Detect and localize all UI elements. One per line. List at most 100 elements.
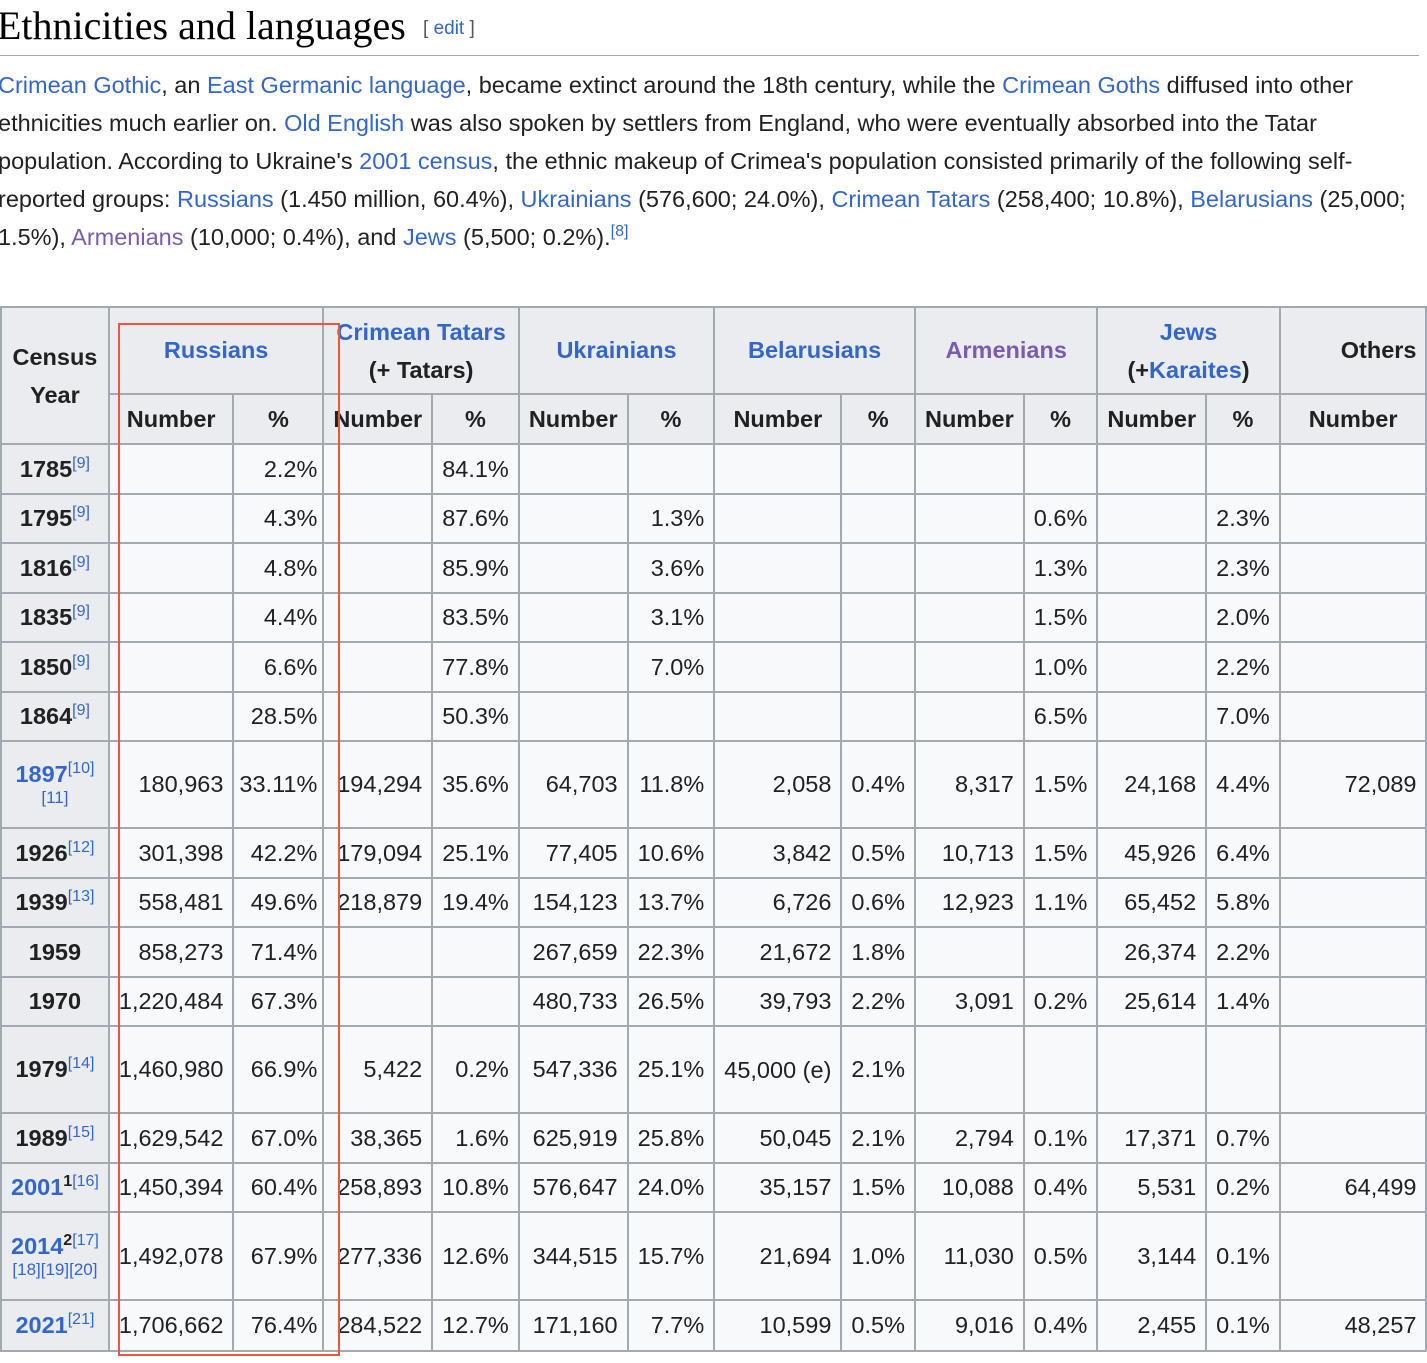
link-belarusians-header[interactable]: Belarusians (748, 337, 881, 363)
percent-cell: 0.6% (840, 877, 916, 928)
number-cell: 1,492,078 (107, 1211, 235, 1301)
number-cell: 2,058 (713, 740, 843, 829)
number-cell (913, 493, 1025, 544)
link-russians-header[interactable]: Russians (164, 337, 269, 363)
number-cell (713, 691, 843, 742)
year-reference[interactable]: [10] (68, 760, 95, 777)
number-cell: 547,336 (517, 1025, 629, 1114)
link-karaites[interactable]: Karaites (1149, 357, 1242, 383)
reference-link[interactable]: [14] (68, 1055, 95, 1072)
reference-link[interactable]: [13] (68, 888, 95, 905)
reference-link[interactable]: [21] (68, 1311, 95, 1328)
census-year-cell: 1850[9] (0, 641, 110, 693)
number-cell: 5,531 (1096, 1162, 1208, 1213)
number-cell: 10,088 (913, 1162, 1025, 1213)
percent-cell: 1.3% (1022, 542, 1099, 594)
year-reference[interactable]: [9] (72, 702, 90, 719)
number-cell: 1,220,484 (107, 976, 235, 1027)
census-year-cell: 1816[9] (0, 542, 110, 594)
year-reference[interactable]: [14] (68, 1055, 95, 1072)
reference-link[interactable]: [9] (72, 554, 90, 571)
number-cell (1096, 1025, 1208, 1114)
census-year[interactable]: 2001 (11, 1174, 63, 1200)
percent-cell: 50.3% (431, 691, 520, 742)
percent-cell: 76.4% (232, 1299, 325, 1352)
year-reference[interactable]: [9] (72, 455, 90, 472)
number-cell (517, 691, 629, 742)
percent-cell: 4.4% (1205, 740, 1281, 829)
reference-link[interactable]: [9] (72, 653, 90, 670)
link-east-germanic-language[interactable]: East Germanic language (207, 72, 466, 98)
link-belarusians[interactable]: Belarusians (1190, 186, 1313, 212)
year-reference[interactable]: [9] (72, 504, 90, 521)
percent-cell: 0.4% (840, 740, 916, 829)
reference-link[interactable]: [9] (72, 603, 90, 620)
reference-link[interactable]: [8] (611, 223, 629, 240)
year-reference[interactable]: [9] (72, 554, 90, 571)
link-jews[interactable]: Jews (403, 224, 457, 250)
census-year[interactable]: 2014 (11, 1233, 63, 1259)
subheader-number: Number (913, 393, 1025, 445)
link-ukrainians[interactable]: Ukrainians (521, 186, 632, 212)
subheader-number: Number (322, 393, 434, 445)
reference-link[interactable]: [12] (68, 839, 95, 856)
reference-link[interactable]: [9] (72, 455, 90, 472)
year-reference[interactable]: [13] (68, 888, 95, 905)
link-armenians-header[interactable]: Armenians (945, 337, 1066, 363)
header-belarusians: Belarusians (713, 306, 916, 395)
table-row: 20142[17] [18][19][20] 1,492,078 67.9% 277,3… (0, 1211, 1427, 1301)
link-crimean-tatars-header[interactable]: Crimean Tatars (336, 319, 505, 345)
reference-8[interactable]: [8] (611, 223, 629, 240)
reference-link[interactable]: [17] (72, 1232, 99, 1249)
census-year[interactable]: 1897 (15, 761, 67, 787)
reference-link[interactable]: [9] (72, 702, 90, 719)
table-row: 1926[12] 301,398 42.2% 179,094 25.1% 77,405 10… (0, 827, 1427, 879)
year-reference[interactable]: [21] (68, 1311, 95, 1328)
reference-link[interactable]: [16] (72, 1173, 99, 1190)
census-year-cell: 1959 (0, 926, 110, 978)
number-cell (1278, 926, 1427, 978)
percent-cell: 0.1% (1022, 1112, 1099, 1164)
year-reference-extra[interactable]: [11] (11, 788, 99, 808)
number-cell (1278, 542, 1427, 594)
year-reference[interactable]: [16] (72, 1173, 99, 1190)
year-reference[interactable]: [15] (68, 1124, 95, 1141)
year-note: 2 (63, 1231, 73, 1249)
census-year[interactable]: 2021 (15, 1312, 67, 1338)
percent-cell: 5.8% (1205, 877, 1281, 928)
year-reference[interactable]: [17] (72, 1232, 99, 1249)
link-jews-header[interactable]: Jews (1160, 319, 1218, 345)
number-cell: 50,045 (713, 1112, 843, 1164)
number-cell: 65,452 (1096, 877, 1208, 928)
link-crimean-goths[interactable]: Crimean Goths (1002, 72, 1160, 98)
link-armenians[interactable]: Armenians (71, 224, 183, 250)
percent-cell: 13.7% (626, 877, 716, 928)
link-crimean-gothic[interactable]: Crimean Gothic (0, 72, 161, 98)
reference-link[interactable]: [15] (68, 1124, 95, 1141)
year-reference-extra[interactable]: [18][19][20] (11, 1260, 99, 1280)
percent-cell: 67.3% (232, 976, 325, 1027)
link-crimean-tatars[interactable]: Crimean Tatars (831, 186, 990, 212)
jews-subtitle-open: (+ (1127, 356, 1150, 383)
link-ukrainians-header[interactable]: Ukrainians (556, 337, 676, 363)
link-russians[interactable]: Russians (177, 186, 274, 212)
number-cell: 284,522 (322, 1299, 434, 1352)
subheader-number: Number (517, 393, 629, 445)
number-cell: 3,842 (713, 827, 843, 879)
year-reference[interactable]: [9] (72, 603, 90, 620)
number-cell: 11,030 (913, 1211, 1025, 1301)
census-year: 1979 (15, 1056, 68, 1082)
reference-link[interactable]: [9] (72, 504, 90, 521)
percent-cell: 22.3% (626, 926, 716, 978)
reference-link[interactable]: [10] (68, 760, 95, 777)
link-old-english[interactable]: Old English (284, 110, 404, 136)
header-others: Others (1278, 306, 1427, 395)
link-2001-census[interactable]: 2001 census (359, 148, 492, 174)
number-cell: 6,726 (713, 877, 843, 928)
number-cell (913, 1025, 1025, 1114)
edit-link[interactable]: edit (434, 18, 465, 39)
year-reference[interactable]: [9] (72, 653, 90, 670)
year-reference[interactable]: [12] (68, 839, 95, 856)
number-cell (1278, 1025, 1427, 1114)
header-russians: Russians (107, 306, 325, 395)
